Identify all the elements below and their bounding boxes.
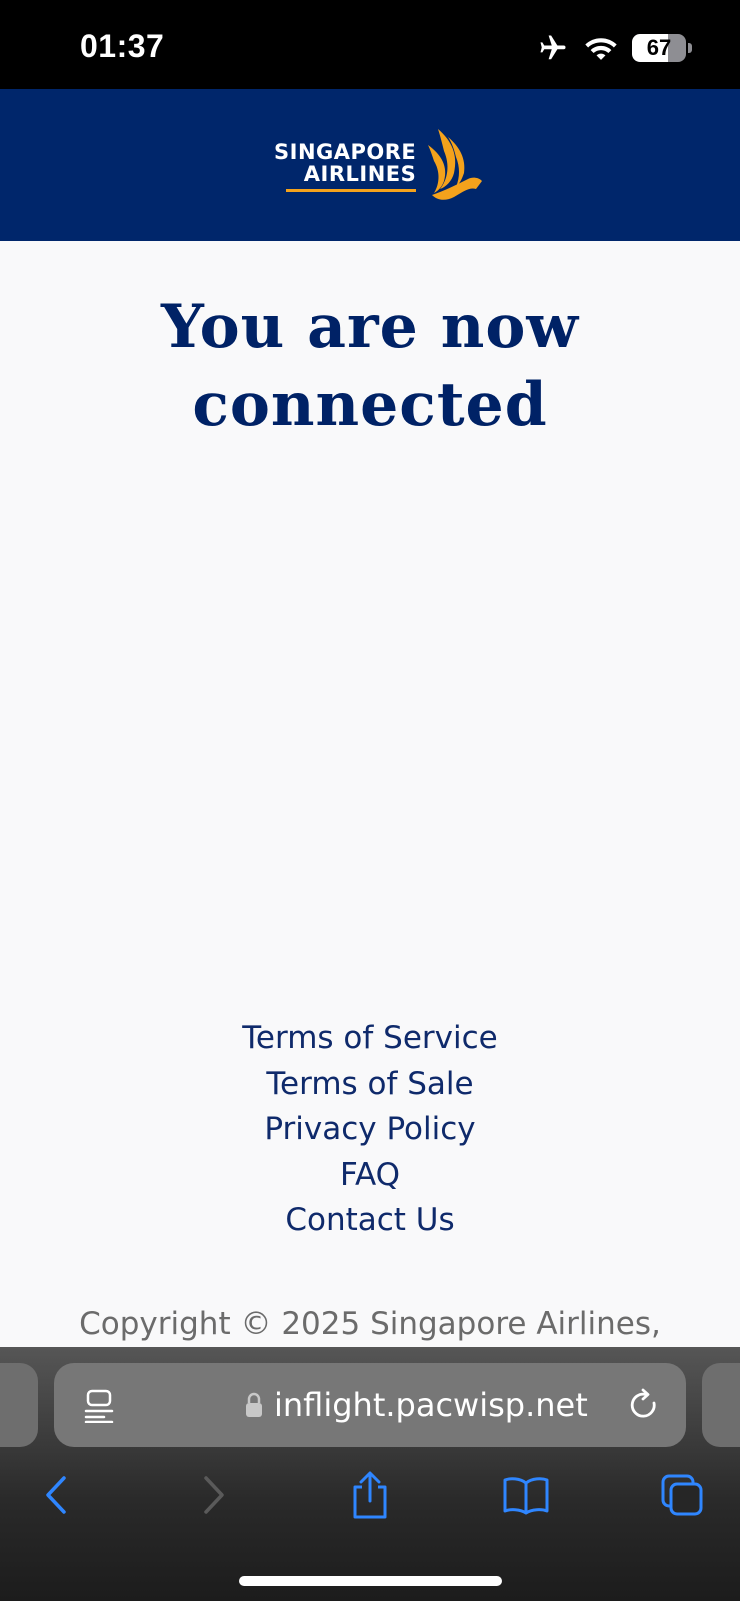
- wifi-icon: [585, 38, 617, 60]
- privacy-policy-link[interactable]: Privacy Policy: [264, 1107, 475, 1153]
- terms-of-service-link[interactable]: Terms of Service: [242, 1016, 497, 1062]
- terms-of-sale-link[interactable]: Terms of Sale: [266, 1062, 473, 1108]
- tabs-icon: [661, 1474, 703, 1516]
- url-display[interactable]: inflight.pacwisp.net: [244, 1363, 588, 1447]
- next-tab-peek[interactable]: [702, 1363, 740, 1447]
- address-bar[interactable]: inflight.pacwisp.net: [54, 1363, 686, 1447]
- share-button[interactable]: [340, 1465, 400, 1525]
- airplane-icon: [540, 35, 566, 60]
- battery-indicator: 67: [632, 34, 686, 62]
- status-bar: 01:37 67: [0, 0, 740, 89]
- logo-line1: SINGAPORE: [274, 139, 417, 164]
- logo-line2: AIRLINES: [303, 161, 417, 186]
- reader-icon[interactable]: [84, 1389, 116, 1423]
- forward-icon: [204, 1476, 224, 1514]
- battery-cap: [688, 43, 692, 53]
- faq-link[interactable]: FAQ: [340, 1153, 400, 1199]
- logo-text: SINGAPORE AIRLINES: [274, 139, 417, 192]
- url-text: inflight.pacwisp.net: [274, 1386, 588, 1424]
- lock-icon: [246, 1392, 262, 1417]
- reload-icon[interactable]: [626, 1387, 662, 1423]
- site-header: SINGAPORE AIRLINES: [0, 89, 740, 241]
- forward-button[interactable]: [184, 1465, 244, 1525]
- battery-level: 67: [646, 35, 672, 60]
- copyright-text: Copyright © 2025 Singapore Airlines,: [79, 1306, 661, 1342]
- page-title-line2: connected: [192, 370, 548, 440]
- back-button[interactable]: [26, 1465, 86, 1525]
- contact-us-link[interactable]: Contact Us: [285, 1198, 454, 1244]
- browser-toolbar: [0, 1465, 740, 1535]
- bookmarks-icon: [503, 1477, 549, 1515]
- previous-tab-peek[interactable]: [0, 1363, 38, 1447]
- bookmarks-button[interactable]: [496, 1465, 556, 1525]
- status-time: 01:37: [80, 28, 165, 64]
- share-icon: [353, 1471, 387, 1519]
- singapore-airlines-logo[interactable]: SINGAPORE AIRLINES: [274, 129, 483, 203]
- status-icons: 67: [536, 30, 692, 66]
- page-title-line1: You are now: [161, 292, 579, 362]
- logo-underline: [286, 188, 417, 192]
- home-indicator[interactable]: [239, 1576, 502, 1586]
- screen: 01:37 67 SINGAPORE AIRLINES You are now …: [0, 0, 740, 1601]
- tabs-button[interactable]: [652, 1465, 712, 1525]
- back-icon: [46, 1476, 66, 1514]
- footer-links: Terms of Service Terms of Sale Privacy P…: [0, 1016, 740, 1244]
- bird-logo-icon: [428, 129, 483, 200]
- browser-bar: inflight.pacwisp.net: [0, 1347, 740, 1601]
- page-title: You are now connected: [0, 288, 740, 444]
